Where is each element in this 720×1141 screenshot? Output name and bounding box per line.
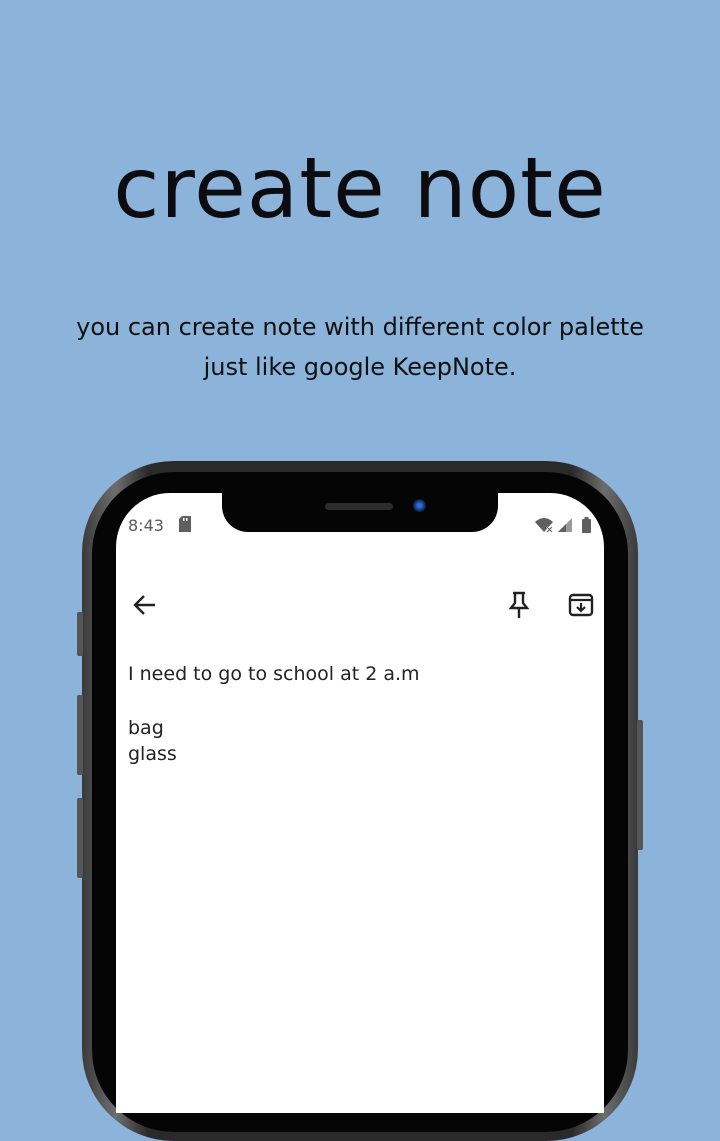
phone-volume-down-button (77, 798, 83, 878)
promo-subtitle-line2: just like google KeepNote. (203, 353, 517, 381)
promo-subtitle-line1: you can create note with different color… (76, 313, 644, 341)
status-time: 8:43 (128, 516, 164, 535)
note-body-line-3[interactable]: glass (128, 741, 177, 767)
phone-screen (116, 493, 604, 1113)
phone-notch (222, 488, 498, 532)
phone-volume-up-button (77, 695, 83, 775)
phone-side-button (77, 612, 83, 656)
cell-signal-icon (558, 518, 572, 532)
speaker-grille (325, 503, 393, 510)
archive-icon[interactable] (568, 592, 594, 622)
promo-title: create note (113, 139, 607, 237)
note-body-line-1[interactable]: I need to go to school at 2 a.m (128, 661, 420, 687)
wifi-icon (535, 518, 553, 533)
phone-power-button (637, 720, 643, 850)
back-arrow-icon[interactable] (132, 593, 158, 621)
note-body-line-2[interactable]: bag (128, 715, 164, 741)
sd-card-icon (178, 516, 192, 536)
front-camera (413, 499, 426, 512)
battery-icon (582, 517, 591, 533)
status-icons (534, 516, 596, 538)
pin-icon[interactable] (508, 591, 530, 623)
